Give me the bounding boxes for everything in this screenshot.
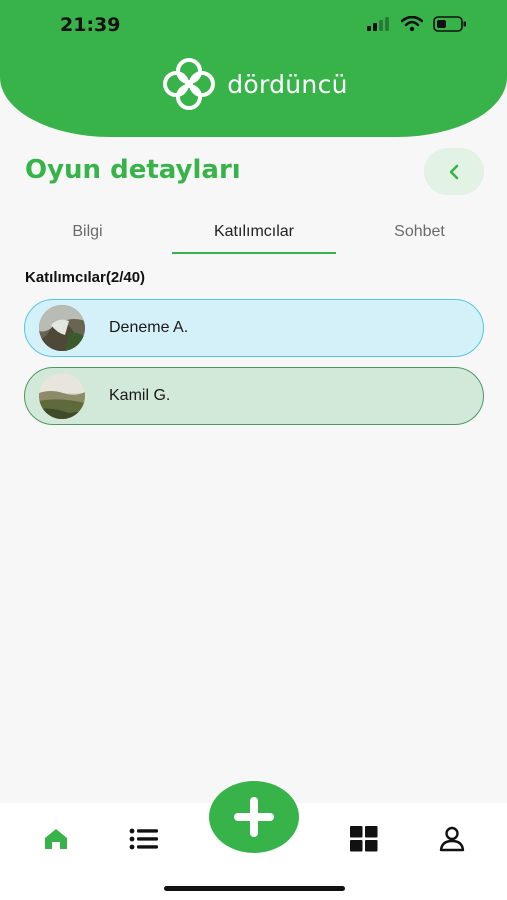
tab-sohbet[interactable]: Sohbet — [352, 218, 487, 254]
battery-icon — [433, 16, 466, 32]
app-header: 21:39 dördüncü — [0, 0, 507, 137]
status-time: 21:39 — [60, 14, 121, 36]
signal-icon — [367, 17, 389, 31]
brand: dördüncü — [0, 58, 507, 110]
chevron-left-icon — [449, 164, 459, 179]
plus-icon — [234, 797, 274, 837]
nav-home[interactable] — [36, 823, 76, 855]
user-icon — [439, 826, 465, 852]
home-indicator — [164, 886, 345, 891]
tab-bar: Bilgi Katılımcılar Sohbet — [0, 218, 507, 258]
brand-name: dördüncü — [227, 69, 348, 99]
list-icon — [129, 828, 158, 850]
tab-katilimcilar[interactable]: Katılımcılar — [172, 218, 336, 254]
back-button[interactable] — [424, 148, 484, 195]
brand-logo-icon — [163, 58, 216, 110]
nav-list[interactable] — [124, 823, 164, 855]
status-bar: 21:39 — [0, 0, 507, 50]
participants-count: Katılımcılar(2/40) — [25, 269, 146, 286]
participant-item[interactable]: Kamil G. — [24, 367, 484, 425]
avatar — [39, 373, 85, 419]
grid-icon — [350, 826, 378, 852]
wifi-icon — [401, 16, 423, 32]
page-title: Oyun detayları — [25, 155, 241, 185]
participant-name: Kamil G. — [109, 387, 171, 404]
tab-bilgi[interactable]: Bilgi — [20, 218, 155, 254]
home-icon — [45, 829, 67, 849]
nav-grid[interactable] — [344, 823, 384, 855]
avatar — [39, 305, 85, 351]
nav-profile[interactable] — [432, 823, 472, 855]
participant-item[interactable]: Deneme A. — [24, 299, 484, 357]
status-icons — [367, 16, 467, 32]
participant-name: Deneme A. — [109, 319, 189, 336]
add-button[interactable] — [209, 781, 299, 853]
